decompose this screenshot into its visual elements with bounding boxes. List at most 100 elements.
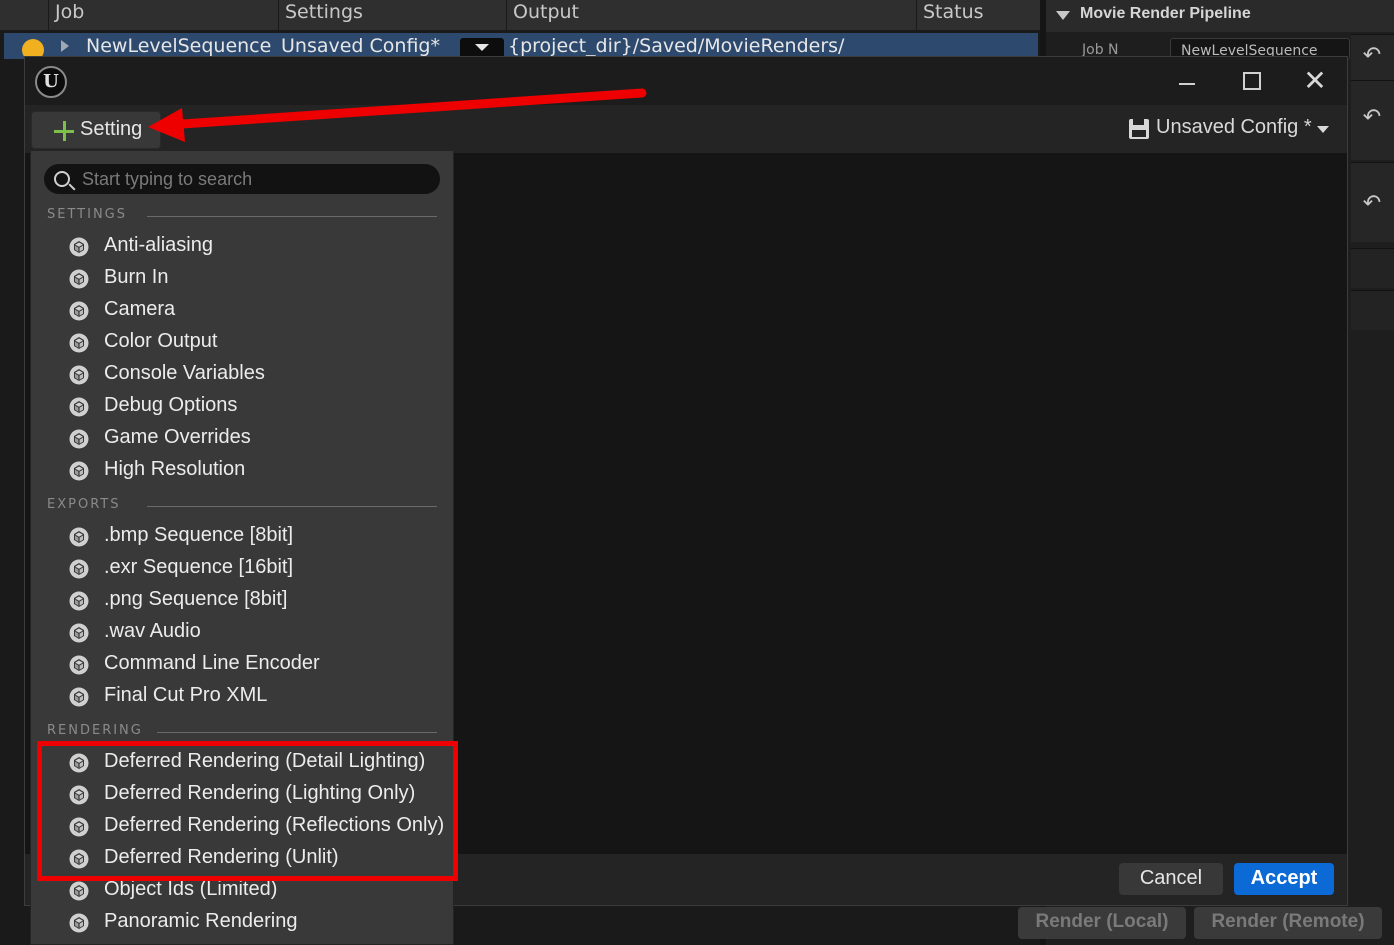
section-divider [147,506,437,507]
menu-item[interactable]: .bmp Sequence [8bit] [59,521,449,553]
menu-item[interactable]: .wav Audio [59,617,449,649]
job-output[interactable]: {project_dir}/Saved/MovieRenders/ [508,35,844,57]
menu-item-label: Debug Options [104,394,238,416]
reset-row-2: ↶ [1351,80,1394,160]
setting-cube-icon [69,655,89,675]
column-settings[interactable]: Settings [278,0,506,30]
menu-item[interactable]: Anti-aliasing [59,231,449,263]
menu-item-label: Game Overrides [104,426,251,448]
column-status[interactable]: Status [916,0,1040,30]
menu-item[interactable]: Burn In [59,263,449,295]
add-setting-label: Setting [80,118,143,140]
maximize-icon[interactable] [1231,65,1271,97]
reset-row-3: ↶ [1351,162,1394,242]
menu-item-label: Camera [104,298,176,320]
setting-cube-icon [69,623,89,643]
details-row [1351,248,1394,288]
search-input[interactable] [82,166,432,192]
setting-cube-icon [69,559,89,579]
menu-item-label: .png Sequence [8bit] [104,588,288,610]
reset-to-default-icon[interactable]: ↶ [1359,105,1385,131]
reset-to-default-icon[interactable]: ↶ [1359,191,1385,217]
menu-item-label: Anti-aliasing [104,234,213,256]
close-icon[interactable]: ✕ [1295,65,1335,97]
config-name-label: Unsaved Config * [1156,116,1312,138]
job-settings[interactable]: Unsaved Config* [281,35,440,57]
menu-item[interactable]: .exr Sequence [16bit] [59,553,449,585]
cancel-button[interactable]: Cancel [1119,863,1223,895]
menu-item[interactable]: Camera [59,295,449,327]
setting-cube-icon [69,397,89,417]
setting-cube-icon [69,591,89,611]
setting-cube-icon [69,849,89,869]
menu-item-label: Command Line Encoder [104,652,320,674]
menu-item[interactable]: Game Overrides [59,423,449,455]
menu-item-label: .wav Audio [104,620,201,642]
section-header-rendering: RENDERING [47,723,437,743]
setting-cube-icon [69,365,89,385]
render-local-button[interactable]: Render (Local) [1018,907,1186,939]
config-preset-dropdown[interactable]: Unsaved Config * [1125,115,1335,145]
menu-item-label: Deferred Rendering (Unlit) [104,846,339,868]
details-title: Movie Render Pipeline [1080,5,1251,22]
reset-to-default-icon[interactable]: ↶ [1359,43,1385,69]
setting-cube-icon [69,237,89,257]
plus-icon [54,121,74,141]
section-divider [157,732,437,733]
setting-cube-icon [69,753,89,773]
menu-item-label: Color Output [104,330,218,352]
section-title: EXPORTS [47,497,121,512]
menu-item-label: Deferred Rendering (Detail Lighting) [104,750,426,772]
menu-item[interactable]: Deferred Rendering (Reflections Only) [59,811,449,843]
chevron-down-icon [1317,126,1329,133]
save-icon [1129,119,1149,139]
add-setting-button[interactable]: Setting [31,111,161,149]
menu-item[interactable]: Console Variables [59,359,449,391]
menu-search-box[interactable] [44,164,440,194]
details-row [1351,290,1394,330]
setting-cube-icon [69,429,89,449]
setting-cube-icon [69,785,89,805]
setting-cube-icon [69,461,89,481]
menu-item-label: .exr Sequence [16bit] [104,556,294,578]
details-header[interactable]: Movie Render Pipeline [1046,0,1394,32]
menu-item-label: Deferred Rendering (Reflections Only) [104,814,445,836]
menu-item-label: Burn In [104,266,169,288]
search-icon [54,171,70,187]
setting-cube-icon [69,333,89,353]
menu-item-label: High Resolution [104,458,246,480]
menu-item-label: .bmp Sequence [8bit] [104,524,294,546]
job-name: NewLevelSequence [86,35,272,57]
menu-item-label: Console Variables [104,362,265,384]
expand-arrow-icon[interactable] [61,40,69,52]
dialog-titlebar[interactable]: U ✕ [25,57,1347,105]
add-setting-menu: SETTINGS Anti-aliasing Burn In Camera Color … [30,150,454,945]
render-remote-button[interactable]: Render (Remote) [1194,907,1382,939]
unreal-logo-icon: U [35,66,67,98]
section-divider [147,216,437,217]
menu-item[interactable]: .png Sequence [8bit] [59,585,449,617]
section-header-exports: EXPORTS [47,497,437,517]
menu-item[interactable]: Final Cut Pro XML [59,681,449,713]
column-job[interactable]: Job [48,0,278,30]
menu-item-label: Deferred Rendering (Lighting Only) [104,782,416,804]
column-output[interactable]: Output [506,0,916,30]
dialog-toolbar: Setting Unsaved Config * [25,105,1347,153]
queue-header: Job Settings Output Status [0,0,1040,30]
setting-cube-icon [69,881,89,901]
menu-item[interactable]: Deferred Rendering (Lighting Only) [59,779,449,811]
menu-item[interactable]: Deferred Rendering (Detail Lighting) [59,747,449,779]
menu-item[interactable]: Color Output [59,327,449,359]
section-header-settings: SETTINGS [47,207,437,227]
setting-cube-icon [69,301,89,321]
menu-item[interactable]: Debug Options [59,391,449,423]
accept-button[interactable]: Accept [1234,863,1334,895]
minimize-icon[interactable] [1167,65,1207,97]
menu-item[interactable]: High Resolution [59,455,449,487]
menu-item[interactable]: Deferred Rendering (Unlit) [59,843,449,875]
setting-cube-icon [69,913,89,933]
menu-item[interactable]: Panoramic Rendering [59,907,449,939]
menu-item[interactable]: Object Ids (Limited) [59,875,449,907]
section-title: SETTINGS [47,207,128,222]
menu-item[interactable]: Command Line Encoder [59,649,449,681]
